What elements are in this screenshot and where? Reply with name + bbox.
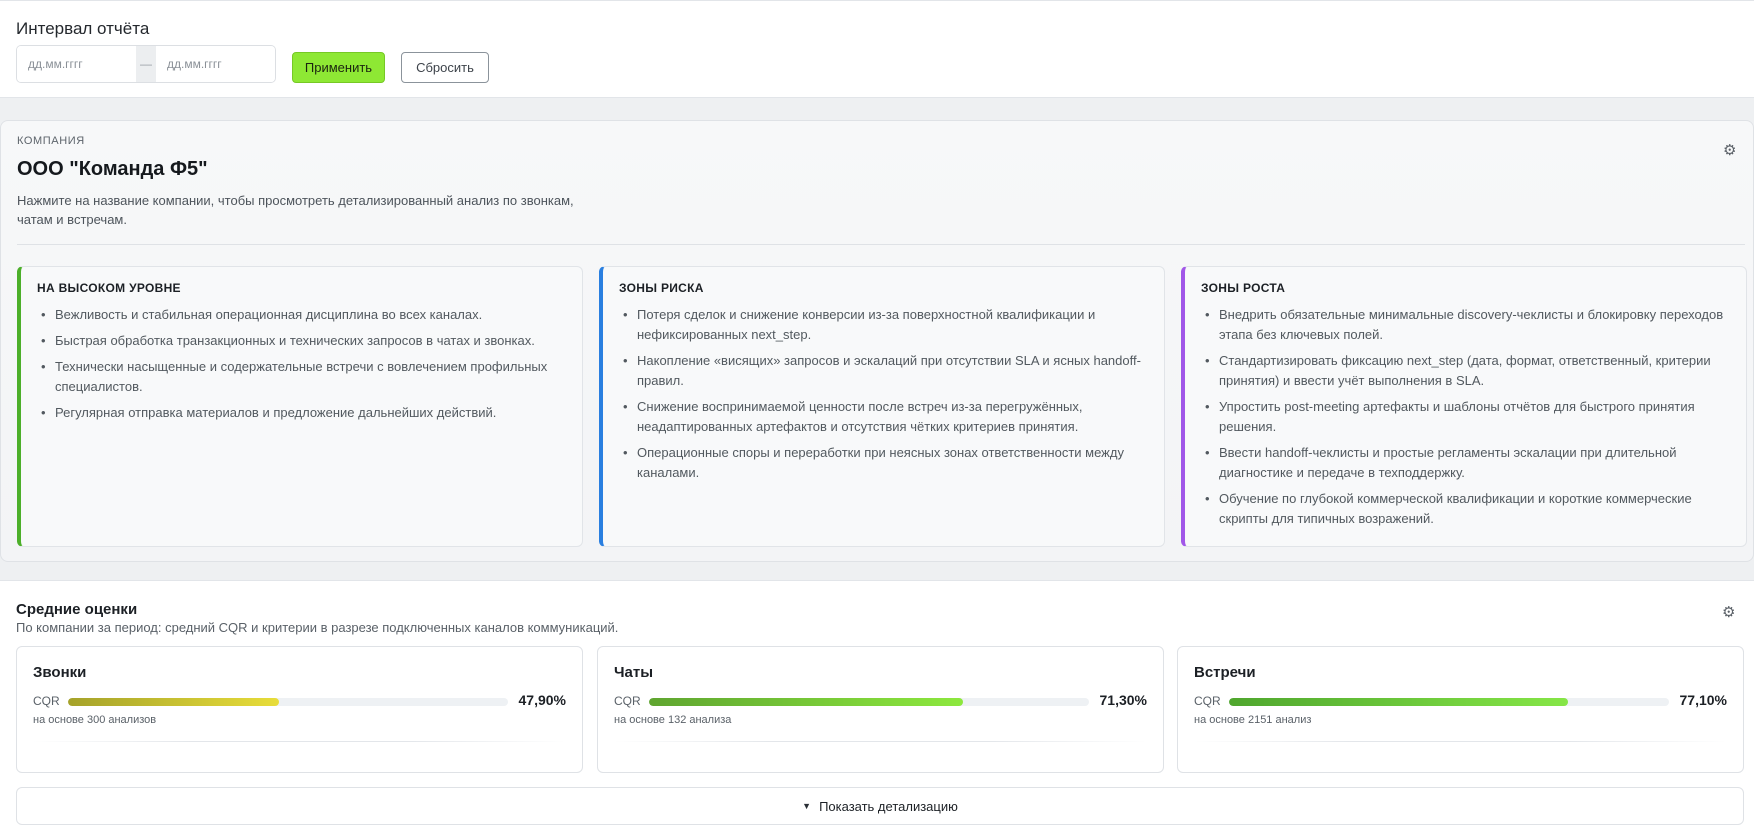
gear-icon[interactable]: ⚙ [1723, 141, 1736, 159]
channel-score-card: Чаты CQR 71,30% на основе 132 анализа [597, 646, 1164, 773]
insight-list-item: Накопление «висящих» запросов и эскалаци… [619, 351, 1150, 391]
insight-list-item: Обучение по глубокой коммерческой квалиф… [1201, 489, 1732, 529]
report-interval-title: Интервал отчёта [16, 19, 150, 38]
insight-list-item: Потеря сделок и снижение конверсии из-за… [619, 305, 1150, 345]
cqr-label: CQR [33, 694, 60, 708]
cqr-progress-fill [68, 698, 279, 706]
insight-list: Потеря сделок и снижение конверсии из-за… [619, 305, 1150, 483]
insight-card-title: НА ВЫСОКОМ УРОВНЕ [37, 281, 181, 295]
show-details-button[interactable]: ▼ Показать детализацию [16, 787, 1744, 825]
divider [17, 244, 1745, 245]
insight-list: Внедрить обязательные минимальные discov… [1201, 305, 1732, 529]
insight-card-title: ЗОНЫ РИСКА [619, 281, 704, 295]
company-hint: Нажмите на название компании, чтобы прос… [17, 193, 574, 227]
channel-name: Звонки [33, 664, 87, 681]
insight-list-item: Вежливость и стабильная операционная дис… [37, 305, 568, 325]
average-scores-title: Средние оценки [16, 601, 138, 618]
date-range-picker: — [16, 45, 276, 83]
caret-down-icon: ▼ [802, 801, 812, 811]
cqr-value: 71,30% [1099, 692, 1147, 708]
analysis-basis: на основе 300 анализов [33, 714, 157, 726]
insight-list-item: Операционные споры и переработки при нея… [619, 443, 1150, 483]
divider [33, 741, 566, 742]
report-interval-panel: Интервал отчёта — Применить Сбросить [0, 0, 1754, 98]
insight-list: Вежливость и стабильная операционная дис… [37, 305, 568, 423]
cqr-label: CQR [1194, 694, 1221, 708]
average-scores-subtitle: По компании за период: средний CQR и кри… [16, 620, 619, 635]
insight-card-title: ЗОНЫ РОСТА [1201, 281, 1286, 295]
channel-score-card: Звонки CQR 47,90% на основе 300 анализов [16, 646, 583, 773]
reset-button[interactable]: Сбросить [401, 52, 489, 83]
divider [1194, 741, 1727, 742]
insight-list-item: Стандартизировать фиксацию next_step (да… [1201, 351, 1732, 391]
date-to-input[interactable] [156, 46, 275, 82]
company-summary-panel: КОМПАНИЯ ООО "Команда Ф5" Нажмите на наз… [0, 120, 1754, 562]
insight-card: НА ВЫСОКОМ УРОВНЕ Вежливость и стабильная… [17, 266, 583, 547]
cqr-progress-fill [1229, 698, 1569, 706]
analysis-basis: на основе 132 анализа [614, 714, 732, 726]
insight-list-item: Внедрить обязательные минимальные discov… [1201, 305, 1732, 345]
analysis-basis: на основе 2151 анализ [1194, 714, 1312, 726]
gear-icon[interactable]: ⚙ [1722, 603, 1735, 621]
insight-list-item: Снижение воспринимаемой ценности после в… [619, 397, 1150, 437]
cqr-value: 77,10% [1679, 692, 1727, 708]
insight-list-item: Регулярная отправка материалов и предлож… [37, 403, 568, 423]
cqr-progress-track [649, 698, 1089, 706]
divider [614, 741, 1147, 742]
channel-name: Встречи [1194, 664, 1256, 681]
cqr-progress-track [68, 698, 508, 706]
company-name-link[interactable]: ООО "Команда Ф5" [17, 158, 208, 181]
insight-card: ЗОНЫ РИСКА Потеря сделок и снижение конве… [599, 266, 1165, 547]
date-range-separator: — [136, 46, 156, 82]
company-label: КОМПАНИЯ [17, 135, 85, 147]
show-details-label: Показать детализацию [819, 798, 958, 814]
cqr-progress-track [1229, 698, 1669, 706]
cqr-label: CQR [614, 694, 641, 708]
insight-list-item: Быстрая обработка транзакционных и техни… [37, 331, 568, 351]
channel-name: Чаты [614, 664, 654, 681]
apply-button[interactable]: Применить [292, 52, 385, 83]
insight-card: ЗОНЫ РОСТА Внедрить обязательные минималь… [1181, 266, 1747, 547]
cqr-progress-fill [649, 698, 963, 706]
channel-score-card: Встречи CQR 77,10% на основе 2151 анализ [1177, 646, 1744, 773]
date-from-input[interactable] [17, 46, 136, 82]
insight-list-item: Упростить post-meeting артефакты и шабло… [1201, 397, 1732, 437]
insight-list-item: Технически насыщенные и содержательные в… [37, 357, 568, 397]
average-scores-panel: Средние оценки По компании за период: ср… [0, 580, 1754, 839]
cqr-value: 47,90% [518, 692, 566, 708]
insight-list-item: Ввести handoff-чеклисты и простые реглам… [1201, 443, 1732, 483]
